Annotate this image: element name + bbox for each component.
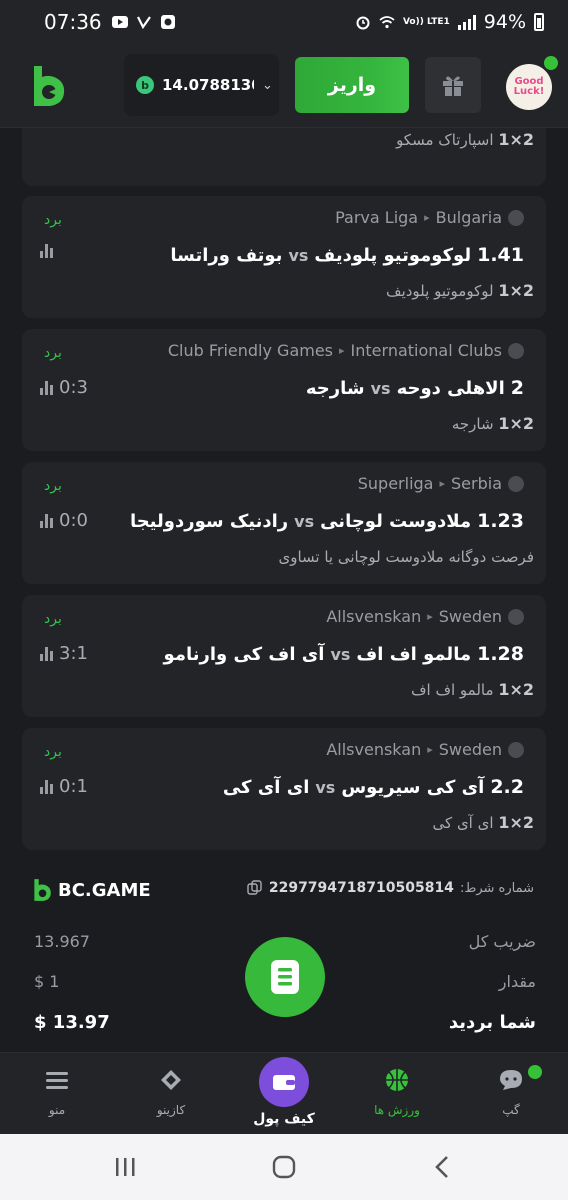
league-breadcrumb: Allsvenskan ▸ Sweden (326, 740, 524, 759)
wallet-icon (273, 1075, 295, 1090)
casino-card-icon (161, 1070, 181, 1090)
globe-icon (508, 209, 524, 226)
menu-icon (46, 1072, 68, 1089)
notification-dot (528, 1065, 542, 1079)
back-icon[interactable] (432, 1155, 454, 1179)
globe-icon (508, 342, 524, 359)
nav-menu[interactable]: منو (12, 1065, 102, 1117)
match-title: 1.41 لوکوموتیو پلودیف vs بوتف وراتسا (170, 244, 524, 266)
pick-text: 2×1 شارجه (451, 414, 534, 433)
league-breadcrumb: Parva Liga ▸ Bulgaria (335, 208, 524, 227)
stats-button[interactable]: 0:3 (40, 377, 88, 398)
league-breadcrumb: Allsvenskan ▸ Sweden (326, 607, 524, 626)
copy-icon[interactable] (247, 880, 263, 896)
match-card: 2×1 اسپارتاک مسکو (22, 128, 546, 186)
bc-logo-icon (34, 879, 51, 901)
status-badge: برد (44, 212, 62, 228)
clock: 07:36 (44, 10, 102, 34)
nav-chat[interactable]: گپ (466, 1065, 556, 1117)
nav-chat-label: گپ (502, 1103, 520, 1117)
youtube-icon (111, 16, 128, 28)
stats-icon (40, 380, 53, 395)
match-title: 1.28 مالمو اف اف vs آی اف کی وارنامو (163, 643, 524, 665)
nav-casino[interactable]: کازینو (126, 1065, 216, 1117)
chevron-right-icon: ▸ (427, 743, 433, 756)
status-badge: برد (44, 478, 62, 494)
match-card: برد Allsvenskan ▸ Sweden 0:1 2.2 آی کی سیری… (22, 728, 546, 850)
chat-icon (500, 1070, 522, 1090)
stats-icon (40, 646, 53, 661)
status-bar: 07:36 Vo)) LTE1 94% (0, 0, 568, 44)
chevron-right-icon: ▸ (339, 344, 345, 357)
basketball-icon (386, 1069, 408, 1091)
nav-casino-label: کازینو (156, 1103, 186, 1117)
deposit-button[interactable]: واریز (295, 57, 409, 113)
wifi-icon (379, 16, 395, 29)
alarm-icon (356, 16, 370, 30)
gift-button[interactable] (425, 57, 481, 113)
app-header: b 14.0788130 ⌄ واریز Good Luck! (0, 44, 568, 128)
nav-sports[interactable]: ورزش ها (352, 1065, 442, 1117)
battery-icon (534, 13, 544, 31)
stats-icon (40, 513, 53, 528)
match-card: برد Superliga ▸ Serbia 0:0 1.23 ملادوست لوچ… (22, 462, 546, 584)
pick-text: 2×1 مالمو اف اف (410, 680, 534, 699)
nav-wallet[interactable]: کیف پول (239, 1057, 329, 1127)
chevron-right-icon: ▸ (427, 610, 433, 623)
pick-text: 2×1 لوکوموتیو پلودیف (386, 281, 534, 300)
document-icon (271, 960, 299, 994)
nav-wallet-label: کیف پول (253, 1111, 315, 1127)
brand-name: BC.GAME (58, 879, 151, 901)
balance-selector[interactable]: b 14.0788130 ⌄ (124, 54, 279, 116)
vpn-icon (136, 16, 151, 30)
stats-button[interactable]: 3:1 (40, 643, 88, 664)
nav-menu-label: منو (48, 1103, 66, 1117)
status-badge: برد (44, 744, 62, 760)
match-title: 2 الاهلی دوحه vs شارجه (305, 377, 524, 399)
bet-id: شماره شرط: 2297794718710505814 (247, 880, 534, 896)
gift-icon (443, 76, 463, 96)
pick-text: 2×1 ای آی کی (432, 813, 534, 832)
stats-button[interactable]: 0:1 (40, 776, 88, 797)
status-badge: برد (44, 611, 62, 627)
stats-icon (40, 244, 53, 258)
bc-logo-icon[interactable] (30, 64, 66, 108)
league-breadcrumb: Superliga ▸ Serbia (358, 474, 524, 493)
battery-level: 94% (483, 11, 526, 33)
signal-icon (457, 14, 476, 30)
brand-logo: BC.GAME (32, 878, 151, 902)
league-breadcrumb: Club Friendly Games ▸ International Clubs (168, 341, 524, 360)
coin-icon: b (136, 76, 154, 94)
chevron-right-icon: ▸ (439, 477, 446, 490)
system-navigation-bar (0, 1134, 568, 1200)
globe-icon (508, 741, 524, 758)
match-title: 2.2 آی کی سیریوس vs ای آی کی (222, 776, 524, 798)
camera-icon (160, 15, 175, 29)
match-title: 1.23 ملادوست لوچانی vs رادنیک سوردولیجا (129, 510, 524, 532)
home-icon[interactable] (272, 1155, 296, 1179)
stats-button[interactable] (40, 244, 59, 258)
chevron-down-icon: ⌄ (262, 77, 273, 93)
bet-slip-content[interactable]: 2×1 اسپارتاک مسکو برد Parva Liga ▸ Bulgari… (0, 128, 568, 1052)
network-type: Vo)) LTE1 (402, 16, 450, 27)
globe-icon (508, 608, 524, 625)
avatar[interactable]: Good Luck! (506, 64, 552, 110)
pick-text: 2×1 اسپارتاک مسکو (396, 130, 534, 149)
bottom-navigation: منو کازینو کیف پول ورزش ها گپ (0, 1052, 568, 1134)
pick-text: فرصت دوگانه ملادوست لوچانی یا تساوی (278, 548, 534, 566)
balance-value: 14.0788130 (162, 76, 254, 94)
stats-icon (40, 779, 53, 794)
globe-icon (508, 475, 524, 492)
match-card: برد Allsvenskan ▸ Sweden 3:1 1.28 مالمو اف … (22, 595, 546, 717)
match-card: برد Parva Liga ▸ Bulgaria 1.41 لوکوموتیو پل… (22, 196, 546, 318)
betslip-fab[interactable] (245, 937, 325, 1017)
stats-button[interactable]: 0:0 (40, 510, 88, 531)
recent-apps-icon[interactable] (114, 1156, 136, 1178)
chevron-right-icon: ▸ (424, 211, 430, 224)
status-badge: برد (44, 345, 62, 361)
notification-dot (544, 56, 558, 70)
match-card: برد Club Friendly Games ▸ International Cl… (22, 329, 546, 451)
nav-sports-label: ورزش ها (374, 1103, 420, 1117)
avatar-text: Good Luck! (513, 76, 545, 97)
